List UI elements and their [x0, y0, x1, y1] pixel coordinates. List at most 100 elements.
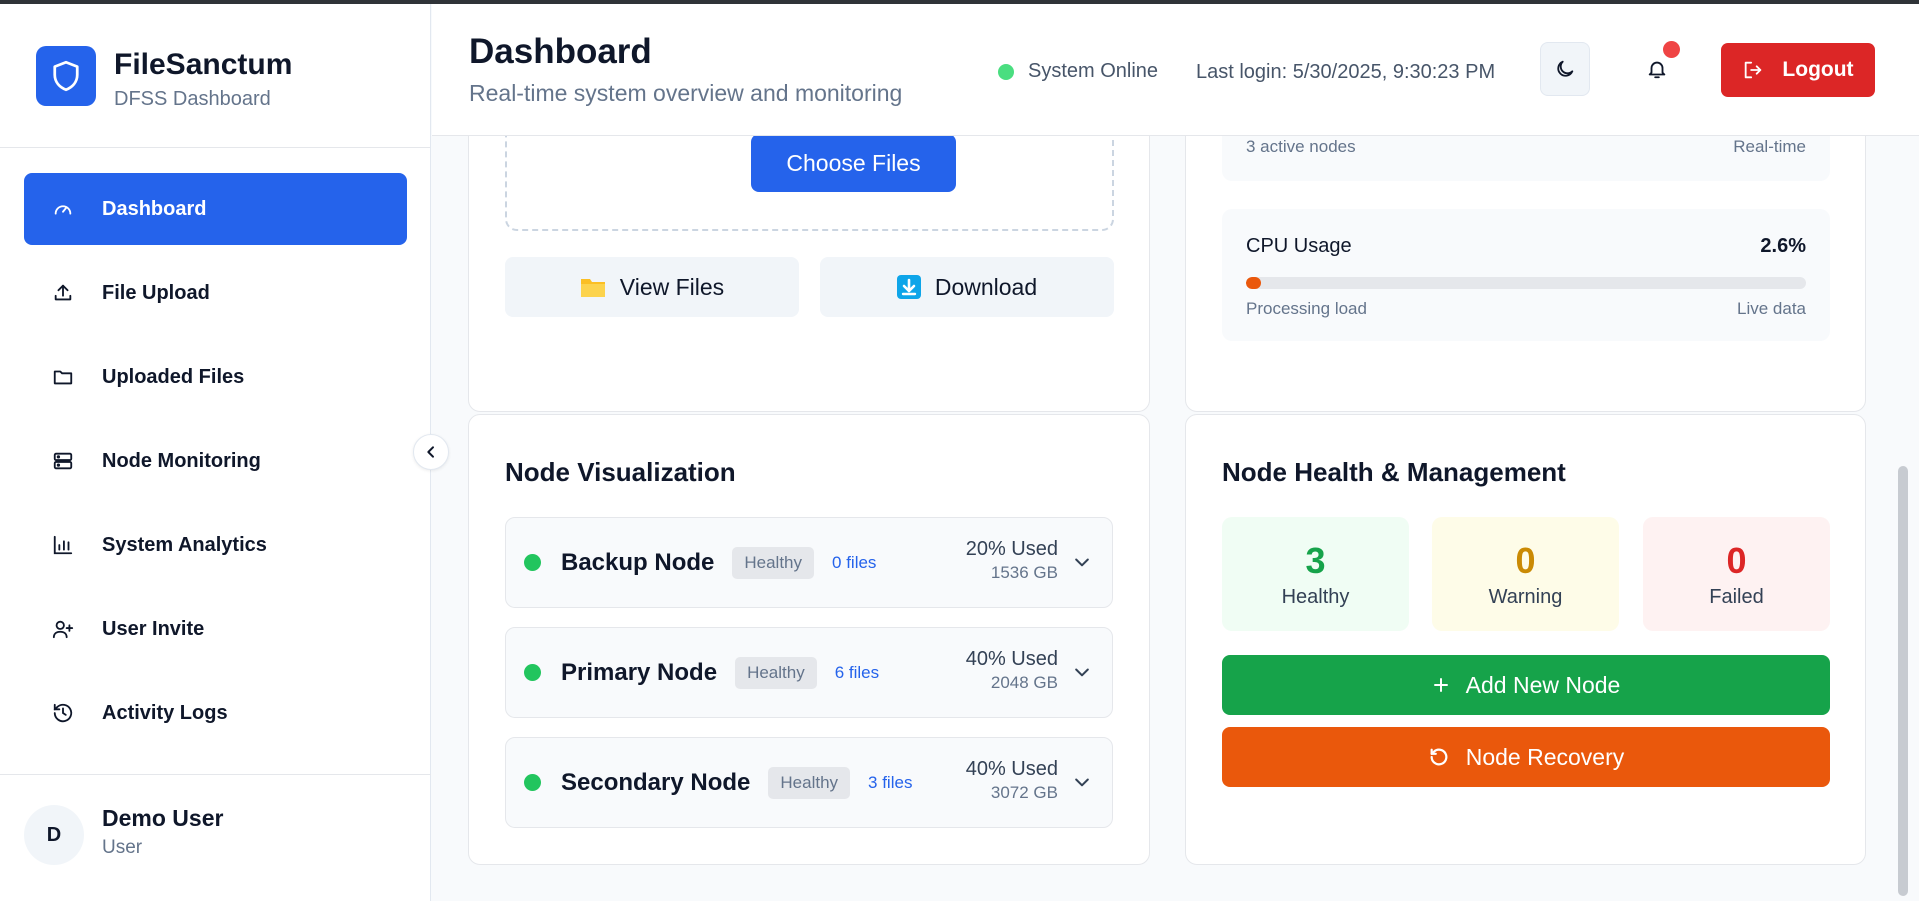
- node-used-percent: 40% Used: [965, 758, 1058, 780]
- sidebar: FileSanctum DFSS Dashboard Dashboard Fil…: [0, 4, 431, 901]
- sidebar-item-file-upload[interactable]: File Upload: [24, 257, 407, 329]
- node-status-dot-icon: [524, 664, 541, 681]
- node-visualization-card: Node Visualization Backup Node Healthy 0…: [468, 414, 1150, 865]
- node-health-title: Node Health & Management: [1222, 457, 1566, 487]
- view-files-label: View Files: [619, 273, 725, 300]
- node-name: Primary Node: [561, 658, 718, 686]
- sidebar-item-activity-logs[interactable]: Activity Logs: [24, 677, 407, 749]
- main-content: Choose Files View Files Download 3 activ…: [432, 136, 1919, 901]
- notifications-button[interactable]: [1632, 41, 1682, 94]
- file-dropzone[interactable]: Choose Files: [505, 136, 1114, 231]
- logout-icon: [1745, 61, 1762, 79]
- chevron-left-icon: [427, 446, 434, 458]
- chevron-down-icon[interactable]: [1072, 552, 1092, 572]
- shield-logo-icon: [36, 46, 96, 106]
- theme-toggle-button[interactable]: [1540, 42, 1590, 96]
- healthy-count: 3: [1305, 539, 1326, 581]
- node-status-badge: Healthy: [768, 766, 851, 799]
- node-files-link[interactable]: 6 files: [835, 663, 879, 683]
- healthy-stat: 3 Healthy: [1222, 517, 1409, 631]
- system-metrics-card: 3 active nodes Real-time CPU Usage 2.6% …: [1185, 136, 1866, 412]
- sidebar-item-user-invite[interactable]: User Invite: [24, 593, 407, 665]
- user-profile[interactable]: D Demo User User: [0, 774, 431, 901]
- node-status-badge: Healthy: [732, 546, 815, 579]
- folder-emoji-icon: [580, 279, 605, 297]
- sidebar-item-uploaded-files[interactable]: Uploaded Files: [24, 341, 407, 413]
- node-capacity: 3072 GB: [990, 783, 1058, 802]
- warning-stat: 0 Warning: [1432, 517, 1619, 631]
- node-row-backup[interactable]: Backup Node Healthy 0 files 20% Used 153…: [505, 517, 1113, 608]
- node-status-dot-icon: [524, 554, 541, 571]
- page-title: Dashboard: [469, 32, 652, 71]
- cpu-metric: CPU Usage 2.6% Processing load Live data: [1222, 209, 1830, 341]
- nodes-metric: 3 active nodes Real-time: [1222, 136, 1830, 181]
- warning-label: Warning: [1488, 585, 1563, 608]
- chevron-down-icon[interactable]: [1072, 772, 1092, 792]
- node-used-percent: 40% Used: [965, 648, 1058, 670]
- cpu-value: 2.6%: [1760, 235, 1806, 257]
- download-button[interactable]: Download: [820, 257, 1114, 317]
- sidebar-item-node-monitoring[interactable]: Node Monitoring: [24, 425, 407, 497]
- warning-count: 0: [1515, 539, 1536, 581]
- history-icon: [48, 698, 78, 728]
- node-status-badge: Healthy: [735, 656, 817, 689]
- plus-icon: [1433, 678, 1448, 692]
- gauge-icon: [48, 194, 78, 224]
- node-capacity: 1536 GB: [990, 563, 1058, 582]
- user-name: Demo User: [102, 805, 224, 831]
- brand-subtitle: DFSS Dashboard: [114, 88, 271, 110]
- sidebar-item-label: Activity Logs: [102, 701, 228, 724]
- cpu-progress-fill: [1246, 277, 1261, 289]
- status-text: System Online: [1028, 60, 1159, 82]
- node-status-dot-icon: [524, 774, 541, 791]
- cpu-label: CPU Usage: [1246, 235, 1352, 257]
- upload-icon: [48, 278, 78, 308]
- healthy-label: Healthy: [1281, 585, 1350, 608]
- view-files-button[interactable]: View Files: [505, 257, 799, 317]
- system-status: System Online: [998, 60, 1158, 83]
- notification-badge: [1663, 41, 1680, 58]
- download-label: Download: [934, 273, 1038, 300]
- choose-files-button[interactable]: Choose Files: [751, 136, 956, 192]
- sidebar-item-label: System Analytics: [102, 533, 267, 556]
- page-header: Dashboard Real-time system overview and …: [432, 4, 1919, 136]
- node-used-percent: 20% Used: [965, 538, 1058, 560]
- add-node-button[interactable]: Add New Node: [1222, 655, 1830, 715]
- sidebar-item-label: File Upload: [102, 281, 210, 304]
- sidebar-item-label: Uploaded Files: [102, 365, 245, 388]
- node-usage: 40% Used 2048 GB: [966, 648, 1058, 693]
- node-row-primary[interactable]: Primary Node Healthy 6 files 40% Used 20…: [505, 627, 1113, 718]
- user-role: User: [102, 837, 143, 858]
- last-login: Last login: 5/30/2025, 9:30:23 PM: [1196, 61, 1496, 83]
- bell-icon: [1648, 61, 1666, 79]
- cpu-progress-track: [1246, 277, 1806, 289]
- logout-label: Logout: [1782, 58, 1854, 81]
- node-row-secondary[interactable]: Secondary Node Healthy 3 files 40% Used …: [505, 737, 1113, 828]
- node-recovery-button[interactable]: Node Recovery: [1222, 727, 1830, 787]
- node-visualization-title: Node Visualization: [505, 457, 736, 487]
- logout-button[interactable]: Logout: [1721, 43, 1875, 97]
- sidebar-item-label: Dashboard: [102, 197, 207, 220]
- sidebar-nav: Dashboard File Upload Uploaded Files Nod…: [24, 173, 407, 761]
- failed-count: 0: [1726, 539, 1747, 581]
- sidebar-item-dashboard[interactable]: Dashboard: [24, 173, 407, 245]
- chevron-down-icon[interactable]: [1072, 662, 1092, 682]
- node-files-link[interactable]: 3 files: [868, 773, 912, 793]
- node-health-card: Node Health & Management 3 Healthy 0 War…: [1185, 414, 1866, 865]
- sidebar-collapse-button[interactable]: [413, 434, 449, 470]
- node-usage: 20% Used 1536 GB: [966, 538, 1058, 583]
- rotate-icon: [1430, 748, 1448, 766]
- brand: FileSanctum DFSS Dashboard: [0, 4, 430, 148]
- sidebar-item-label: Node Monitoring: [102, 449, 261, 472]
- page-subtitle: Real-time system overview and monitoring: [469, 80, 903, 106]
- moon-icon: [1557, 60, 1574, 77]
- download-arrow-icon: [896, 275, 921, 299]
- brand-name: FileSanctum: [114, 48, 293, 81]
- sidebar-item-system-analytics[interactable]: System Analytics: [24, 509, 407, 581]
- nodes-metric-caption: 3 active nodes: [1246, 137, 1356, 156]
- server-icon: [48, 446, 78, 476]
- node-capacity: 2048 GB: [990, 673, 1058, 692]
- nodes-metric-realtime: Real-time: [1733, 137, 1806, 156]
- page-scrollbar[interactable]: [1898, 466, 1908, 896]
- node-files-link[interactable]: 0 files: [832, 553, 876, 573]
